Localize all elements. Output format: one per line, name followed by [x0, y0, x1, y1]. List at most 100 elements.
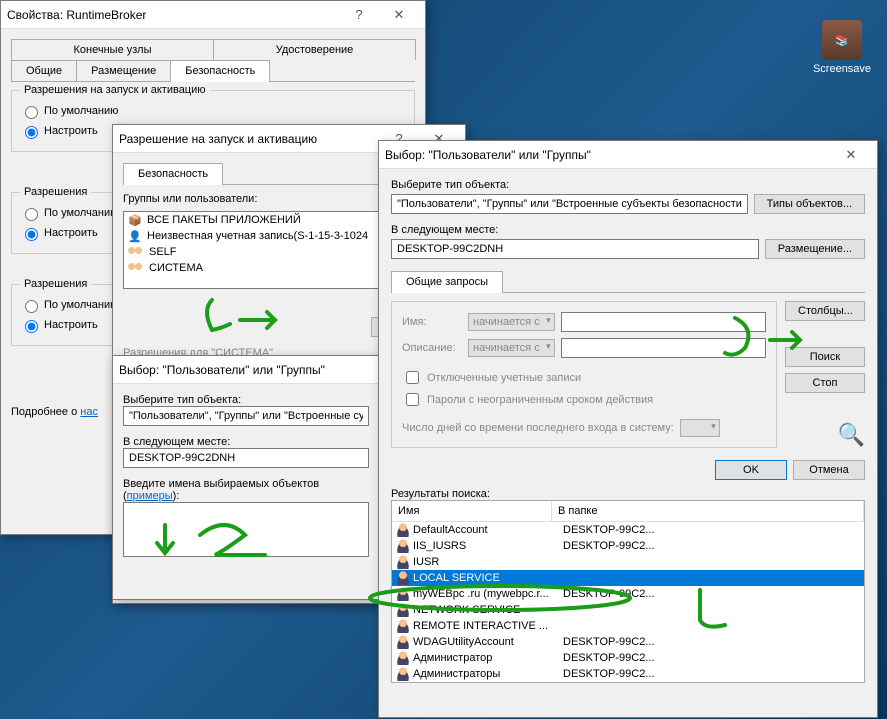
- result-row[interactable]: Администраторы DESKTOP-99C2...: [392, 666, 864, 682]
- radio-default-1[interactable]: [25, 106, 38, 119]
- result-name: IUSR: [413, 556, 563, 568]
- radio-default-2[interactable]: [25, 208, 38, 221]
- label-location4: В следующем месте:: [391, 224, 865, 236]
- result-name: myWEBpc .ru (mywebpc.r...: [413, 588, 563, 600]
- desktop-icon-label: Screensave: [807, 63, 877, 75]
- label-default3: По умолчанию: [44, 299, 118, 311]
- tab-location2[interactable]: Размещение: [76, 60, 171, 81]
- result-row[interactable]: IIS_IUSRS DESKTOP-99C2...: [392, 538, 864, 554]
- location-button[interactable]: Размещение...: [765, 239, 865, 259]
- label-chk-disabled: Отключенные учетные записи: [427, 372, 581, 384]
- result-row[interactable]: IUSR: [392, 554, 864, 570]
- help-button[interactable]: ?: [339, 3, 379, 27]
- user-icon: [395, 667, 411, 681]
- group-conf-title: Разрешения: [20, 278, 91, 290]
- radio-custom-3[interactable]: [25, 320, 38, 333]
- user-icon: 👤: [127, 229, 143, 243]
- label-custom: Настроить: [44, 125, 98, 137]
- chk-disabled[interactable]: [406, 371, 419, 384]
- list-text: ВСЕ ПАКЕТЫ ПРИЛОЖЕНИЙ: [147, 214, 301, 226]
- results-header: Имя В папке: [392, 501, 864, 522]
- label-desc: Описание:: [402, 342, 462, 354]
- user-icon: [395, 523, 411, 537]
- user-icon: [395, 651, 411, 665]
- result-name: Администратор: [413, 652, 563, 664]
- radio-default-3[interactable]: [25, 300, 38, 313]
- label-default2: По умолчанию: [44, 207, 118, 219]
- desktop-icon-screensaver[interactable]: 📚 Screensave: [807, 20, 877, 75]
- user-icon: [395, 555, 411, 569]
- label-name: Имя:: [402, 316, 462, 328]
- name-condition-dropdown[interactable]: начинается с: [468, 313, 555, 331]
- names-textarea[interactable]: [123, 502, 369, 557]
- result-name: LOCAL SERVICE: [413, 572, 563, 584]
- location-field[interactable]: [123, 448, 369, 468]
- ok-button[interactable]: OK: [715, 460, 787, 480]
- close-button4[interactable]: ✕: [831, 143, 871, 167]
- stop-button[interactable]: Стоп: [785, 373, 865, 393]
- chk-pwd[interactable]: [406, 393, 419, 406]
- list-text: Неизвестная учетная запись(S-1-15-3-1024: [147, 230, 368, 242]
- window4-title: Выбор: "Пользователи" или "Группы": [385, 148, 831, 162]
- search-button[interactable]: Поиск: [785, 347, 865, 367]
- titlebar: Свойства: RuntimeBroker ? ✕: [1, 1, 425, 29]
- label-custom3: Настроить: [44, 319, 98, 331]
- result-folder: DESKTOP-99C2...: [563, 588, 655, 600]
- name-input[interactable]: [561, 312, 766, 332]
- tab-security[interactable]: Безопасность: [170, 60, 270, 82]
- label-default: По умолчанию: [44, 105, 118, 117]
- list-text: SELF: [149, 246, 177, 258]
- user-icon: [395, 571, 411, 585]
- desc-input[interactable]: [561, 338, 766, 358]
- archive-icon: 📚: [822, 20, 862, 60]
- location-field4[interactable]: [391, 239, 759, 259]
- packages-icon: 📦: [127, 213, 143, 227]
- user-icon: [395, 619, 411, 633]
- object-type-field[interactable]: [123, 406, 369, 426]
- group-icon: [127, 261, 143, 275]
- col-name[interactable]: Имя: [392, 501, 552, 521]
- days-dropdown[interactable]: [680, 419, 720, 437]
- result-row[interactable]: DefaultAccount DESKTOP-99C2...: [392, 522, 864, 538]
- label-results: Результаты поиска:: [391, 488, 865, 500]
- group-launch-title: Разрешения на запуск и активацию: [20, 84, 210, 96]
- label-days: Число дней со времени последнего входа в…: [402, 422, 674, 434]
- radio-custom-1[interactable]: [25, 126, 38, 139]
- object-type-field4[interactable]: [391, 194, 748, 214]
- result-row[interactable]: REMOTE INTERACTIVE ...: [392, 618, 864, 634]
- window3-title: Выбор: "Пользователи" или "Группы": [119, 363, 373, 377]
- results-body[interactable]: DefaultAccount DESKTOP-99C2... IIS_IUSRS…: [392, 522, 864, 682]
- result-folder: DESKTOP-99C2...: [563, 636, 655, 648]
- window2-title: Разрешение на запуск и активацию: [119, 132, 379, 146]
- tab-general[interactable]: Общие: [11, 60, 77, 81]
- col-folder[interactable]: В папке: [552, 501, 864, 521]
- result-row[interactable]: Администратор DESKTOP-99C2...: [392, 650, 864, 666]
- object-types-button[interactable]: Типы объектов...: [754, 194, 865, 214]
- tab-identity[interactable]: Удостоверение: [213, 39, 416, 60]
- result-folder: DESKTOP-99C2...: [563, 652, 655, 664]
- desc-condition-dropdown[interactable]: начинается с: [468, 339, 555, 357]
- result-name: REMOTE INTERACTIVE ...: [413, 620, 563, 632]
- label-chk-pwd: Пароли с неограниченным сроком действия: [427, 394, 653, 406]
- label-custom2: Настроить: [44, 227, 98, 239]
- result-row[interactable]: NETWORK SERVICE: [392, 602, 864, 618]
- tab-common-queries[interactable]: Общие запросы: [391, 271, 503, 293]
- columns-button[interactable]: Столбцы...: [785, 301, 865, 321]
- tab-security2[interactable]: Безопасность: [123, 163, 223, 185]
- close-button[interactable]: ✕: [379, 3, 419, 27]
- more-info-link[interactable]: нас: [80, 406, 98, 418]
- label-select-type: Выберите тип объекта:: [123, 394, 369, 406]
- result-name: IIS_IUSRS: [413, 540, 563, 552]
- examples-link[interactable]: примеры: [127, 490, 173, 502]
- radio-custom-2[interactable]: [25, 228, 38, 241]
- result-row[interactable]: WDAGUtilityAccount DESKTOP-99C2...: [392, 634, 864, 650]
- result-name: Администраторы: [413, 668, 563, 680]
- result-row[interactable]: LOCAL SERVICE: [392, 570, 864, 586]
- more-info-prefix: Подробнее о: [11, 406, 80, 418]
- cancel-button[interactable]: Отмена: [793, 460, 865, 480]
- tab-endpoints[interactable]: Конечные узлы: [11, 39, 214, 60]
- result-name: WDAGUtilityAccount: [413, 636, 563, 648]
- label-select-type4: Выберите тип объекта:: [391, 179, 865, 191]
- user-icon: [395, 587, 411, 601]
- result-row[interactable]: myWEBpc .ru (mywebpc.r... DESKTOP-99C2..…: [392, 586, 864, 602]
